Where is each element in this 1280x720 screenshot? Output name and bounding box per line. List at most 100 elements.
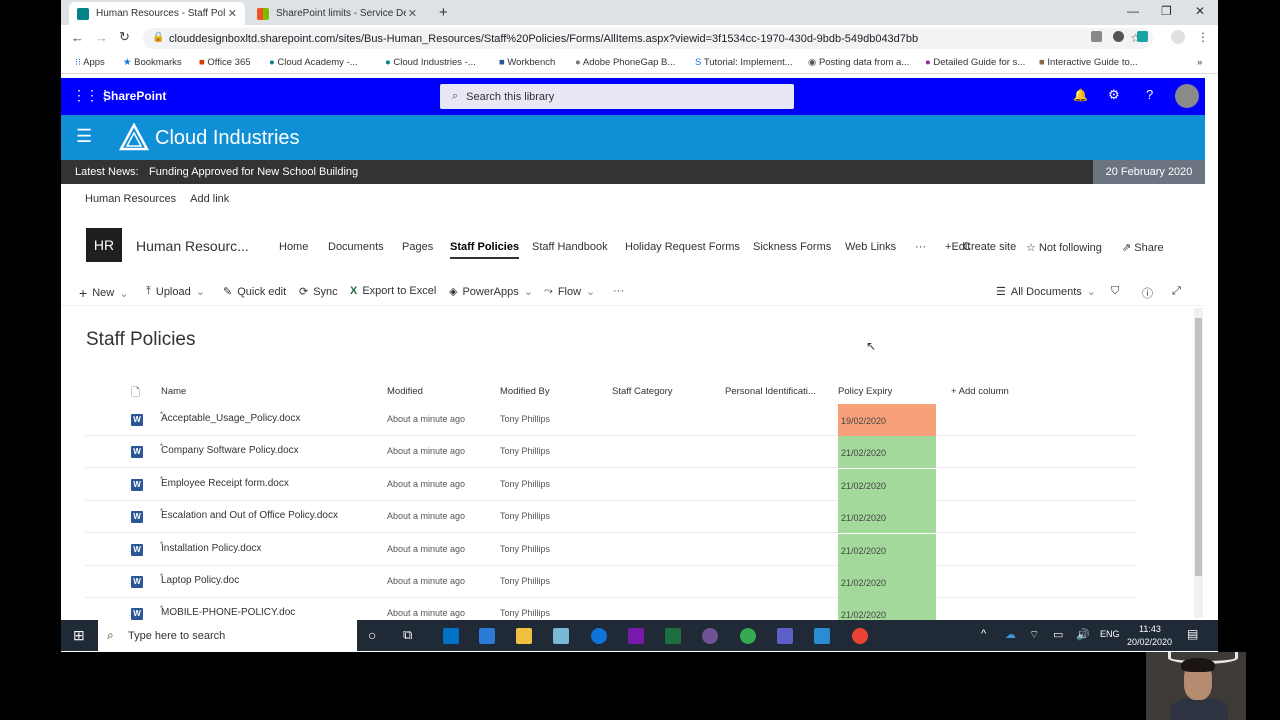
table-row[interactable]: W * Employee Receipt form.docx About a m… — [85, 468, 1137, 501]
remote-desktop-icon[interactable] — [814, 628, 830, 644]
onedrive-icon[interactable]: ☁ — [1005, 628, 1016, 641]
bookmark-office365[interactable]: ■ Office 365 — [199, 57, 251, 68]
follow-button[interactable]: ☆ Not following — [1026, 241, 1102, 254]
close-tab-icon[interactable]: ✕ — [228, 7, 237, 20]
nav-documents[interactable]: Documents — [328, 241, 384, 253]
clock-time[interactable]: 11:43 — [1139, 624, 1161, 634]
info-icon[interactable]: ⓘ — [1142, 285, 1153, 301]
back-icon[interactable]: ← — [71, 30, 84, 45]
github-icon[interactable] — [702, 628, 718, 644]
nav-staff-policies[interactable]: Staff Policies — [450, 241, 520, 259]
table-row[interactable]: W * Company Software Policy.docx About a… — [85, 436, 1137, 469]
hub-link-human-resources[interactable]: Human Resources — [85, 193, 176, 205]
app-icon[interactable] — [553, 628, 569, 644]
file-name-link[interactable]: Acceptable_Usage_Policy.docx — [161, 413, 300, 424]
new-button[interactable]: + New ⌄ — [79, 285, 128, 301]
windows-start-icon[interactable]: ⊞ — [73, 627, 85, 644]
new-tab-icon[interactable]: + — [439, 4, 448, 21]
action-center-icon[interactable]: ▤ — [1187, 627, 1198, 641]
modified-by-cell[interactable]: Tony Phillips — [500, 544, 550, 554]
tab-human-resources[interactable]: Human Resources - Staff Policies ✕ — [69, 2, 245, 25]
volume-icon[interactable]: 🔊 — [1076, 628, 1090, 641]
modified-by-cell[interactable]: Tony Phillips — [500, 511, 550, 521]
show-hidden-icons[interactable]: ^ — [981, 628, 986, 640]
bookmark-apps[interactable]: ⁝⁝ Apps — [75, 57, 105, 68]
cortana-icon[interactable]: ○ — [368, 627, 376, 643]
taskbar-search-input[interactable]: ⌕ Type here to search — [98, 620, 357, 651]
chrome-active-icon[interactable] — [852, 628, 868, 644]
nav-holiday-request-forms[interactable]: Holiday Request Forms — [625, 241, 740, 253]
bookmark-interactive-guide[interactable]: ■ Interactive Guide to... — [1039, 57, 1138, 68]
extension-icon[interactable] — [1113, 31, 1124, 42]
outlook-icon[interactable] — [443, 628, 459, 644]
news-headline[interactable]: Funding Approved for New School Building — [149, 166, 358, 178]
tab-sharepoint-limits[interactable]: SharePoint limits - Service Descri ✕ — [249, 2, 425, 25]
teams-icon[interactable] — [777, 628, 793, 644]
vscode-icon[interactable] — [479, 628, 495, 644]
forward-icon[interactable]: → — [95, 30, 108, 45]
table-row[interactable]: W * Installation Policy.docx About a min… — [85, 533, 1137, 566]
teamviewer-icon[interactable] — [591, 628, 607, 644]
file-type-header-icon[interactable]: 🗋 — [131, 384, 140, 403]
quick-edit-button[interactable]: ✎ Quick edit — [223, 285, 286, 299]
language-indicator[interactable]: ENG — [1100, 629, 1120, 639]
column-modified[interactable]: Modified — [387, 386, 423, 397]
file-explorer-icon[interactable] — [516, 628, 532, 644]
column-policy-expiry[interactable]: Policy Expiry — [838, 386, 892, 397]
file-name-link[interactable]: Company Software Policy.docx — [161, 445, 299, 456]
settings-gear-icon[interactable]: ⚙ — [1108, 87, 1120, 103]
scrollbar-thumb[interactable] — [1195, 318, 1202, 576]
search-library-input[interactable]: ⌕ Search this library — [440, 84, 794, 109]
bookmark-workbench[interactable]: ■ Workbench — [499, 57, 555, 68]
fullscreen-icon[interactable]: ⤢ — [1172, 285, 1181, 298]
modified-by-cell[interactable]: Tony Phillips — [500, 608, 550, 618]
view-selector[interactable]: ☰ All Documents ⌄ — [996, 285, 1096, 299]
user-avatar[interactable] — [1175, 84, 1199, 108]
modified-by-cell[interactable]: Tony Phillips — [500, 576, 550, 586]
filter-icon[interactable]: ⛉ — [1111, 285, 1119, 298]
close-window-icon[interactable]: ✕ — [1195, 4, 1205, 18]
more-commands-button[interactable]: ··· — [613, 285, 624, 297]
bookmark-cloud-industries[interactable]: ● Cloud Industries -... — [385, 57, 476, 68]
nav-home[interactable]: Home — [279, 241, 308, 253]
excel-icon[interactable] — [665, 628, 681, 644]
site-logo[interactable]: HR — [86, 228, 122, 262]
bookmark-posting-data[interactable]: ◉ Posting data from a... — [808, 57, 909, 68]
file-name-link[interactable]: Escalation and Out of Office Policy.docx — [161, 510, 338, 521]
chrome-icon[interactable] — [740, 628, 756, 644]
flow-button[interactable]: ⤳ Flow ⌄ — [544, 285, 595, 298]
help-icon[interactable]: ? — [1146, 87, 1153, 102]
task-view-icon[interactable]: ⧉ — [403, 627, 412, 643]
file-name-link[interactable]: Employee Receipt form.docx — [161, 478, 289, 489]
export-excel-button[interactable]: X Export to Excel — [350, 285, 436, 297]
column-modified-by[interactable]: Modified By — [500, 386, 550, 397]
share-button[interactable]: ⇗ Share — [1122, 241, 1164, 254]
bookmark-cloud-academy[interactable]: ● Cloud Academy -... — [269, 57, 358, 68]
extension-icon[interactable] — [1091, 31, 1102, 42]
url-input[interactable]: 🔒 clouddesignboxltd.sharepoint.com/sites… — [143, 28, 1153, 49]
table-row[interactable]: W * Laptop Policy.doc About a minute ago… — [85, 566, 1137, 598]
modified-by-cell[interactable]: Tony Phillips — [500, 414, 550, 424]
onenote-icon[interactable] — [628, 628, 644, 644]
column-name[interactable]: Name — [161, 386, 186, 397]
add-column-button[interactable]: + Add column — [951, 386, 1009, 397]
bookmark-detailed-guide[interactable]: ● Detailed Guide for s... — [925, 57, 1025, 68]
column-staff-category[interactable]: Staff Category — [612, 386, 673, 397]
upload-button[interactable]: ⤒ Upload ⌄ — [146, 285, 205, 298]
notifications-icon[interactable]: 🔔 — [1073, 88, 1088, 102]
modified-by-cell[interactable]: Tony Phillips — [500, 446, 550, 456]
extension-icon[interactable] — [1137, 31, 1148, 42]
bookmarks-more[interactable]: » — [1197, 57, 1202, 68]
modified-by-cell[interactable]: Tony Phillips — [500, 479, 550, 489]
file-name-link[interactable]: MOBILE-PHONE-POLICY.doc — [161, 607, 295, 618]
menu-icon[interactable]: ⋮ — [1197, 30, 1209, 44]
bookmark-bookmarks[interactable]: ★ Bookmarks — [123, 57, 182, 68]
clock-date[interactable]: 20/02/2020 — [1127, 637, 1172, 647]
bookmark-phonegap[interactable]: ● Adobe PhoneGap B... — [575, 57, 675, 68]
nav-web-links[interactable]: Web Links — [845, 241, 896, 253]
minimize-icon[interactable]: — — [1127, 4, 1139, 18]
table-row[interactable]: W * Acceptable_Usage_Policy.docx About a… — [85, 404, 1137, 436]
sync-button[interactable]: ⟳ Sync — [299, 285, 338, 299]
maximize-icon[interactable]: ❐ — [1161, 4, 1172, 18]
nav-more[interactable]: ··· — [915, 241, 926, 253]
